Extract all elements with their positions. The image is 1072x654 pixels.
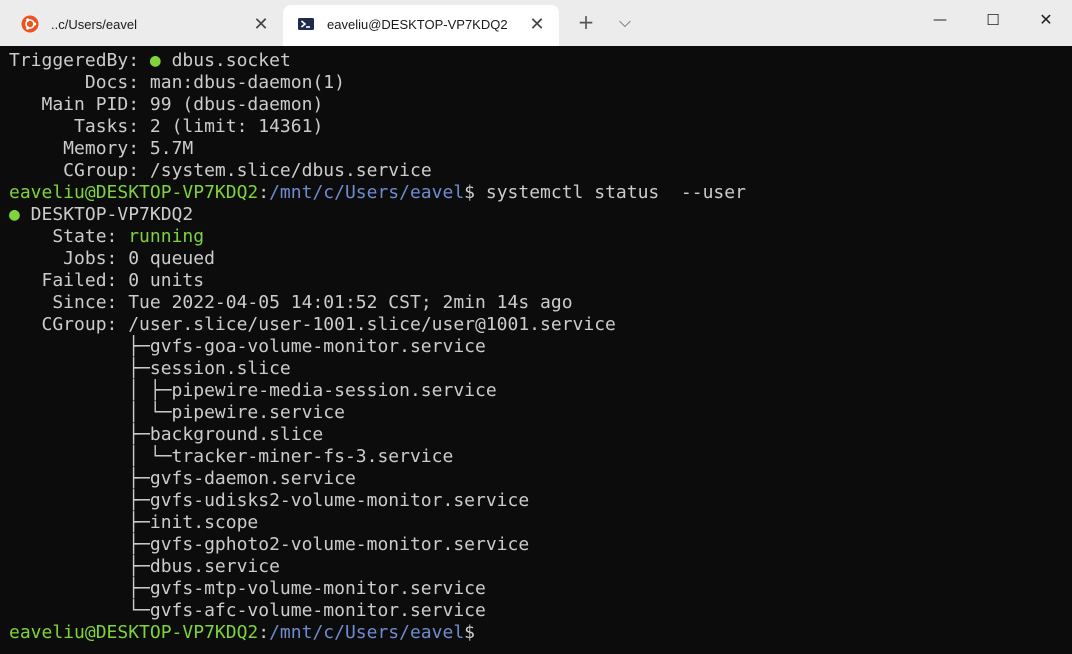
new-tab-icon[interactable]: + <box>573 10 599 36</box>
tree-line: │ └─tracker-miner-fs-3.service <box>9 446 454 467</box>
tab-ubuntu[interactable]: ..c/Users/eavel ✕ <box>7 5 283 46</box>
shell-prompt: eaveliu@DESKTOP-VP7KDQ2:/mnt/c/Users/eav… <box>9 182 746 203</box>
tab-powershell[interactable]: eaveliu@DESKTOP-VP7KDQ2: /r ✕ <box>283 5 559 46</box>
prompt-user: eaveliu@DESKTOP-VP7KDQ2 <box>9 622 259 643</box>
tree-line: ├─init.scope <box>9 512 259 533</box>
tree-line: │ ├─pipewire-media-session.service <box>9 380 497 401</box>
output-line: Tasks: 2 (limit: 14361) <box>9 116 324 137</box>
tree-line: ├─session.slice <box>9 358 291 379</box>
output-line: TriggeredBy: ● dbus.socket <box>9 50 291 71</box>
status-bullet-icon: ● <box>149 50 161 71</box>
host-line: ● DESKTOP-VP7KDQ2 <box>9 204 194 225</box>
terminal-window: ..c/Users/eavel ✕ eaveliu@DESKTOP-VP7KDQ… <box>0 0 1072 654</box>
output-line: CGroup: /system.slice/dbus.service <box>9 160 432 181</box>
tab-close-icon[interactable]: ✕ <box>251 14 271 34</box>
terminal-output[interactable]: TriggeredBy: ● dbus.socket Docs: man:dbu… <box>0 46 1072 654</box>
cgroup-line: CGroup: /user.slice/user-1001.slice/user… <box>9 314 616 335</box>
since-line: Since: Tue 2022-04-05 14:01:52 CST; 2min… <box>9 292 573 313</box>
tree-line: ├─gvfs-goa-volume-monitor.service <box>9 336 486 357</box>
tab-bar: ..c/Users/eavel ✕ eaveliu@DESKTOP-VP7KDQ… <box>0 0 1072 46</box>
tree-line: │ └─pipewire.service <box>9 402 345 423</box>
tab-title: eaveliu@DESKTOP-VP7KDQ2: /r <box>327 17 507 32</box>
tab-title: ..c/Users/eavel <box>51 17 137 32</box>
output-line: Docs: man:dbus-daemon(1) <box>9 72 345 93</box>
tree-line: ├─gvfs-gphoto2-volume-monitor.service <box>9 534 530 555</box>
minimize-icon[interactable]: — <box>914 0 966 40</box>
prompt-path: /mnt/c/Users/eavel <box>269 182 465 203</box>
failed-line: Failed: 0 units <box>9 270 205 291</box>
tree-line: ├─gvfs-udisks2-volume-monitor.service <box>9 490 530 511</box>
prompt-user: eaveliu@DESKTOP-VP7KDQ2 <box>9 182 259 203</box>
state-line: State: running <box>9 226 205 247</box>
powershell-icon <box>298 18 314 30</box>
status-bullet-icon: ● <box>9 204 20 225</box>
state-running: running <box>128 226 205 247</box>
jobs-line: Jobs: 0 queued <box>9 248 215 269</box>
tree-line: ├─background.slice <box>9 424 324 445</box>
output-line: Main PID: 99 (dbus-daemon) <box>9 94 324 115</box>
tree-line: └─gvfs-afc-volume-monitor.service <box>9 600 486 621</box>
prompt-path: /mnt/c/Users/eavel <box>269 622 465 643</box>
maximize-icon[interactable]: ☐ <box>967 0 1019 40</box>
command-text: systemctl status --user <box>485 182 746 203</box>
tree-line: ├─dbus.service <box>9 556 280 577</box>
tree-line: ├─gvfs-mtp-volume-monitor.service <box>9 578 486 599</box>
output-line: Memory: 5.7M <box>9 138 194 159</box>
close-icon[interactable]: ✕ <box>1020 0 1072 40</box>
chevron-down-icon[interactable]: ⌵ <box>612 10 638 36</box>
ubuntu-icon <box>21 15 39 33</box>
tab-close-icon[interactable]: ✕ <box>527 14 547 34</box>
tree-line: ├─gvfs-daemon.service <box>9 468 356 489</box>
shell-prompt: eaveliu@DESKTOP-VP7KDQ2:/mnt/c/Users/eav… <box>9 622 476 643</box>
